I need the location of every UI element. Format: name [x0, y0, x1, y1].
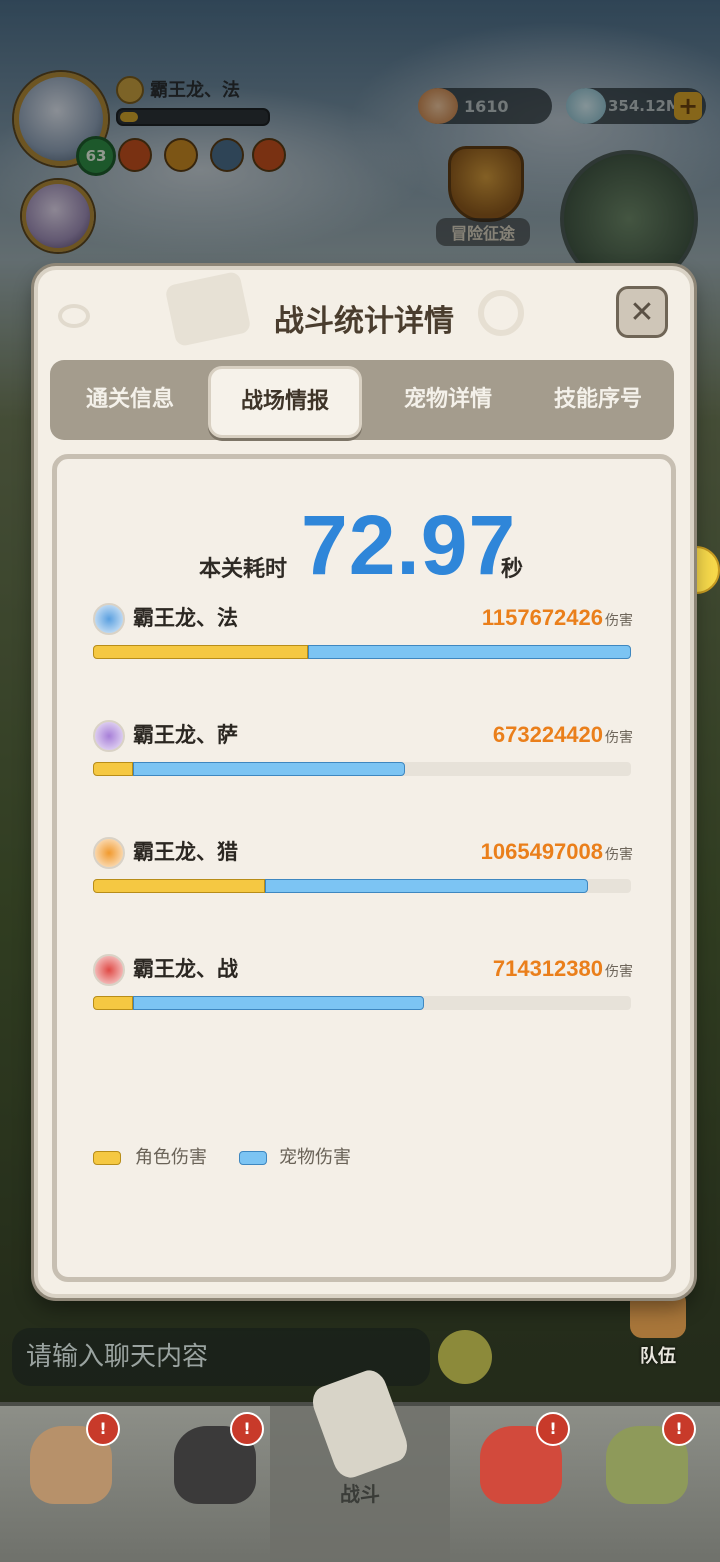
notification-bell-icon: !	[230, 1412, 264, 1446]
damage-value: 714312380 伤害	[493, 954, 633, 987]
team-label: 队伍	[640, 1346, 676, 1367]
damage-suffix: 伤害	[605, 613, 633, 629]
damage-suffix: 伤害	[605, 730, 633, 746]
notification-bell-icon: !	[536, 1412, 570, 1446]
notification-bell-icon: !	[662, 1412, 696, 1446]
tab-battle-intel[interactable]: 战场情报	[208, 366, 362, 438]
close-icon: ✕	[629, 294, 655, 330]
nav-slot-hero-3[interactable]: !	[450, 1406, 594, 1562]
class-emblem-icon	[93, 720, 125, 752]
damage-row: 霸王龙、法 1157672426 伤害	[93, 603, 633, 673]
class-emblem-icon	[93, 837, 125, 869]
clear-time-value: 72.97	[301, 498, 517, 592]
hero-name: 霸王龙、萨	[133, 723, 238, 747]
damage-row: 霸王龙、战 714312380 伤害	[93, 954, 633, 1024]
damage-number: 714312380	[492, 956, 603, 981]
damage-suffix: 伤害	[605, 847, 633, 863]
pet-damage-bar	[308, 645, 631, 659]
tab-clear-info[interactable]: 通关信息	[56, 360, 204, 440]
hero-name: 霸王龙、战	[133, 957, 238, 981]
tab-bar: 通关信息 战场情报 宠物详情 技能序号	[50, 360, 674, 440]
damage-value: 1157672426 伤害	[482, 603, 633, 636]
close-button[interactable]: ✕	[616, 286, 668, 338]
battle-label: 战斗	[340, 1482, 380, 1506]
nav-slot-hero-4[interactable]: !	[576, 1406, 720, 1562]
role-damage-swatch	[93, 1151, 121, 1165]
damage-suffix: 伤害	[605, 964, 633, 980]
pet-damage-bar	[133, 996, 424, 1010]
pet-damage-bar	[133, 762, 405, 776]
nav-slot-battle[interactable]: 战斗	[270, 1365, 450, 1562]
battle-stats-modal: 战斗统计详情 ✕ 通关信息 战场情报 宠物详情 技能序号 本关耗时 72.97 …	[34, 266, 694, 1298]
role-damage-bar	[93, 996, 133, 1010]
role-damage-legend-label: 角色伤害	[135, 1147, 207, 1168]
team-button[interactable]: 队伍	[618, 1290, 698, 1370]
clear-time-unit: 秒	[501, 557, 524, 582]
role-damage-bar	[93, 879, 265, 893]
class-emblem-icon	[93, 954, 125, 986]
tab-pet-details[interactable]: 宠物详情	[370, 360, 526, 440]
nav-slot-hero-2[interactable]: !	[144, 1406, 288, 1562]
pet-damage-swatch	[239, 1151, 267, 1165]
damage-row: 霸王龙、萨 673224420 伤害	[93, 720, 633, 790]
modal-title: 战斗统计详情	[274, 304, 454, 339]
hero-name: 霸王龙、猎	[133, 840, 238, 864]
tab-skill-order[interactable]: 技能序号	[524, 360, 672, 440]
battle-intel-panel: 本关耗时 72.97 秒 霸王龙、法 1157672426 伤害 霸王龙、萨 67322…	[52, 454, 676, 1282]
clear-time: 本关耗时 72.97 秒	[57, 489, 671, 592]
damage-number: 1157672426	[481, 605, 603, 630]
damage-value: 1065497008 伤害	[481, 837, 633, 870]
notification-bell-icon: !	[86, 1412, 120, 1446]
hero-name: 霸王龙、法	[133, 606, 238, 630]
pet-damage-bar	[265, 879, 588, 893]
clear-time-label: 本关耗时	[199, 557, 288, 582]
damage-value: 673224420 伤害	[493, 720, 633, 753]
emoji-button[interactable]	[438, 1330, 492, 1384]
damage-number: 1065497008	[480, 839, 603, 864]
role-damage-bar	[93, 762, 133, 776]
role-damage-bar	[93, 645, 308, 659]
damage-row: 霸王龙、猎 1065497008 伤害	[93, 837, 633, 907]
class-emblem-icon	[93, 603, 125, 635]
pet-damage-legend-label: 宠物伤害	[279, 1147, 351, 1168]
damage-number: 673224420	[492, 722, 603, 747]
bottom-navigation: ! ! 战斗 ! !	[0, 1365, 720, 1562]
nav-slot-hero-1[interactable]: !	[0, 1406, 144, 1562]
